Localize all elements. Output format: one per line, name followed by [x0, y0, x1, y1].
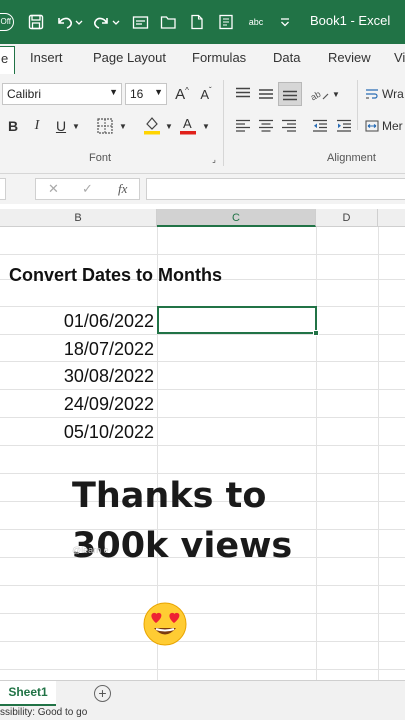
title-bar: Off abc Book1 - Excel	[0, 0, 405, 44]
grid-line	[0, 585, 405, 586]
date-cell[interactable]: 18/07/2022	[64, 339, 154, 360]
ribbon-tabs: e Insert Page Layout Formulas Data Revie…	[0, 44, 405, 74]
top-align-icon[interactable]	[233, 83, 253, 105]
chevron-down-icon: ▼	[154, 87, 163, 97]
date-cell[interactable]: 01/06/2022	[64, 311, 154, 332]
shrink-font-button[interactable]: Aˇ	[196, 84, 216, 104]
worksheet-grid[interactable]: Convert Dates to Months 01/06/2022 18/07…	[0, 227, 405, 680]
sheet-tab-bar: Sheet1 +	[0, 680, 405, 707]
orientation-icon[interactable]: ab	[310, 83, 332, 105]
add-sheet-icon[interactable]: +	[94, 685, 111, 702]
grid-line	[0, 669, 405, 670]
alignment-group-label: Alignment	[327, 152, 376, 164]
tab-home[interactable]: e	[0, 46, 16, 74]
insert-function-icon[interactable]: fx	[118, 181, 127, 197]
wrap-text-button[interactable]: Wra	[365, 83, 405, 105]
borders-icon[interactable]	[94, 116, 116, 136]
svg-text:A: A	[183, 116, 192, 131]
grid-line	[0, 445, 405, 446]
font-name-select[interactable]: Calibri ▼	[2, 83, 122, 105]
tab-formulas[interactable]: Formulas	[192, 50, 246, 65]
fill-color-icon[interactable]	[142, 114, 162, 136]
svg-text:ab: ab	[311, 89, 322, 102]
orientation-dropdown-icon[interactable]: ▼	[331, 84, 341, 104]
spelling-icon[interactable]: abc	[244, 10, 268, 34]
tab-page-layout[interactable]: Page Layout	[93, 50, 166, 65]
grow-font-button[interactable]: A ^	[172, 84, 192, 104]
sheet-heading[interactable]: Convert Dates to Months	[9, 265, 222, 286]
date-cell[interactable]: 05/10/2022	[64, 422, 154, 443]
font-color-icon[interactable]: A	[178, 114, 198, 136]
bottom-align-icon[interactable]	[278, 82, 302, 106]
new-file-icon[interactable]	[188, 10, 206, 34]
tab-view[interactable]: Vi	[394, 50, 405, 65]
fill-dropdown-icon[interactable]: ▼	[163, 116, 175, 136]
name-box[interactable]	[0, 178, 6, 200]
grid-line	[0, 641, 405, 642]
italic-button[interactable]: I	[28, 116, 46, 136]
font-color-dropdown-icon[interactable]: ▼	[200, 116, 212, 136]
middle-align-icon[interactable]	[256, 83, 276, 105]
sheet-tab-sheet1[interactable]: Sheet1	[0, 681, 56, 707]
column-header-d[interactable]: D	[316, 209, 378, 227]
tab-data[interactable]: Data	[273, 50, 300, 65]
font-group-label: Font	[89, 152, 112, 164]
formula-buttons: ✕ ✓ fx	[35, 178, 140, 200]
status-bar: ssibility: Good to go	[0, 706, 405, 720]
form-icon[interactable]	[130, 10, 150, 34]
underline-dropdown-icon[interactable]: ▼	[70, 116, 82, 136]
grid-line	[0, 473, 405, 474]
date-cell[interactable]: 30/08/2022	[64, 366, 154, 387]
chevron-down-icon: ▼	[109, 87, 118, 97]
redo-icon[interactable]	[92, 10, 122, 34]
undo-icon[interactable]	[54, 10, 84, 34]
bold-button[interactable]: B	[4, 116, 22, 136]
align-right-icon[interactable]	[279, 116, 299, 136]
open-folder-icon[interactable]	[158, 10, 178, 34]
column-headers: B C D	[0, 209, 405, 227]
align-center-icon[interactable]	[256, 116, 276, 136]
ribbon: Calibri ▼ 16 ▼ A ^ Aˇ B I U ▼ ▼ ▼ A ▼ Fon…	[0, 74, 405, 174]
grid-line	[0, 613, 405, 614]
borders-dropdown-icon[interactable]: ▼	[117, 116, 129, 136]
tab-review[interactable]: Review	[328, 50, 371, 65]
decrease-indent-icon[interactable]	[310, 116, 330, 136]
heart-eyes-emoji	[143, 602, 187, 646]
grid-line	[0, 334, 405, 335]
save-icon[interactable]	[26, 10, 46, 34]
active-cell[interactable]	[157, 306, 319, 336]
window-title: Book1 - Excel	[310, 13, 391, 28]
font-dialog-launcher-icon[interactable]: ⌟	[209, 154, 219, 164]
column-header-b[interactable]: B	[0, 209, 157, 227]
column-header-c[interactable]: C	[157, 209, 316, 227]
autosave-toggle[interactable]: Off	[0, 13, 14, 31]
font-size-select[interactable]: 16 ▼	[125, 83, 167, 105]
more-icon[interactable]	[276, 10, 294, 34]
tab-insert[interactable]: Insert	[30, 50, 63, 65]
formula-input[interactable]	[146, 178, 405, 200]
grid-line	[0, 389, 405, 390]
align-left-icon[interactable]	[233, 116, 253, 136]
enter-icon[interactable]: ✓	[82, 181, 93, 197]
grid-line	[0, 361, 405, 362]
print-preview-icon[interactable]	[216, 10, 236, 34]
fill-handle[interactable]	[313, 330, 319, 336]
merge-center-button[interactable]: Mer	[365, 116, 405, 136]
underline-button[interactable]: U	[52, 116, 70, 136]
cancel-icon[interactable]: ✕	[48, 181, 59, 197]
overlay-caption-line1: Thanks to	[72, 476, 267, 516]
watermark: @learn e	[72, 545, 109, 555]
grid-line	[0, 254, 405, 255]
grid-line	[0, 417, 405, 418]
date-cell[interactable]: 24/09/2022	[64, 394, 154, 415]
ribbon-separator	[357, 80, 358, 130]
ribbon-separator	[223, 80, 224, 166]
increase-indent-icon[interactable]	[334, 116, 354, 136]
column-header-e[interactable]	[378, 209, 405, 227]
formula-bar: ✕ ✓ fx	[0, 174, 405, 204]
